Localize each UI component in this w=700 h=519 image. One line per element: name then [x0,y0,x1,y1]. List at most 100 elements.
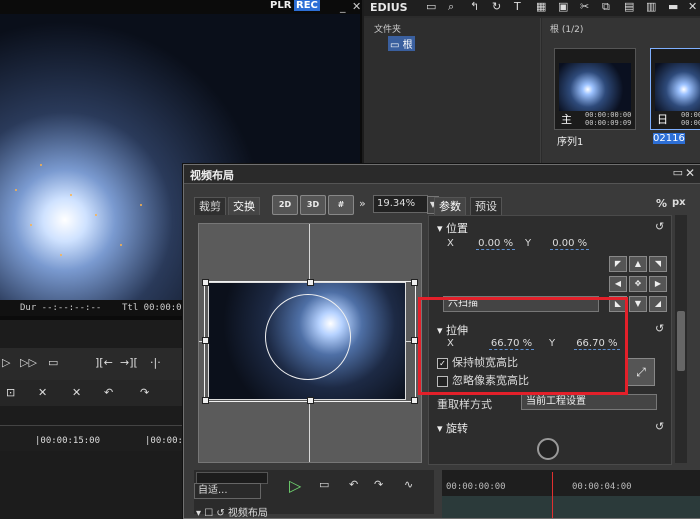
pos-x-input[interactable]: 0.00 % [476,238,516,250]
bin-close-icon[interactable]: ✕ [688,0,697,13]
resample-select[interactable]: 当前工程设置 [521,394,657,410]
clip-item[interactable]: 主 00:00:00:00 00:00:09:09 序列1 [554,48,636,148]
clip-tc-dur: 00:00:03:19 [681,119,700,127]
px-unit-button[interactable]: px [672,197,686,208]
bin-toolbar: EDIUS ▭ ⌕ ↰ ↻ T ▦ ▣ ✂ ⧉ ▤ ▥ ▬ ✕ [364,0,700,16]
play-forward-icon[interactable]: ▷ [2,356,10,369]
undo-icon[interactable]: ↶ [104,386,113,399]
rotate-section-label: 旋转 [446,422,469,435]
tab-params[interactable]: 参数 [434,197,466,215]
color-bar-icon[interactable]: ▦ [536,0,546,13]
reset-stretch-icon[interactable]: ↺ [655,322,664,335]
text-icon[interactable]: T [514,0,521,13]
properties-icon[interactable]: ▥ [646,0,656,13]
align-top-left-icon[interactable]: ◤ [609,256,627,272]
tab-crop[interactable]: 裁剪 [194,197,226,215]
reset-rotate-icon[interactable]: ↺ [655,420,664,433]
tab-swap[interactable]: 交换 [228,197,260,215]
mini-tc-1: 00:00:00:00 [446,482,506,492]
mark-out-icon[interactable]: →][ [120,356,138,369]
dialog-timeline[interactable]: 00:00:00:00 00:00:04:00 [442,470,700,518]
resize-handle[interactable] [202,397,209,404]
align-left-icon[interactable]: ◀ [609,276,627,292]
clip-thumbnail [655,63,700,111]
scroll-thumb[interactable] [677,311,685,371]
copy-icon[interactable]: ⧉ [602,0,610,14]
redo-icon[interactable]: ↷ [374,478,383,491]
align-top-icon[interactable]: ▲ [629,256,647,272]
grid-toggle-icon[interactable]: # [328,195,354,215]
folder-icon[interactable]: ▭ [426,0,436,13]
keyframe-track[interactable] [442,496,700,518]
track-label: 视频布局 [227,508,268,519]
resize-handle[interactable] [307,279,314,286]
plr-badge[interactable]: PLR [270,0,291,11]
bin-settings-icon[interactable]: ▬ [668,0,678,13]
folder-header: 文件夹 [374,25,402,35]
tab-presets[interactable]: 预设 [470,197,502,215]
clip-name: 02116 [653,133,685,144]
align-center-icon[interactable]: ✥ [629,276,647,292]
resample-label: 重取样方式 [437,398,492,411]
position-section[interactable]: ▾ 位置 [437,220,468,236]
play-icon[interactable]: ▷ [289,476,301,495]
rotation-circle[interactable] [265,294,351,380]
player-close-button[interactable]: ✕ [352,0,361,13]
fast-forward-icon[interactable]: ▷▷ [20,356,37,369]
resize-handle[interactable] [307,397,314,404]
comment-icon[interactable]: ▭ [48,356,58,369]
search-icon[interactable]: ⌕ [448,0,454,14]
minimize-button[interactable]: _ [340,0,346,13]
align-right-icon[interactable]: ▶ [649,276,667,292]
align-bottom-right-icon[interactable]: ◢ [649,296,667,312]
resize-handle[interactable] [202,279,209,286]
pos-x-label: X [447,238,454,249]
resize-handle[interactable] [411,337,418,344]
delete-icon[interactable]: ✕ [38,386,47,399]
dialog-restore-icon[interactable]: ▭ [673,166,683,179]
add-clip-icon[interactable]: ▣ [558,0,568,13]
rec-badge[interactable]: REC [294,0,320,11]
pos-y-label: Y [525,238,532,249]
mode-2d-button[interactable]: 2D [272,195,298,215]
fit-frame-icon[interactable]: ⤢ [627,358,655,386]
position-section-label: 位置 [446,222,469,235]
dialog-close-button[interactable]: ✕ [685,166,695,180]
percent-unit-button[interactable]: % [656,197,667,210]
up-folder-icon[interactable]: ↰ [470,0,479,13]
rotation-dial[interactable] [537,438,559,460]
redo-icon[interactable]: ↷ [140,386,149,399]
graph-icon[interactable]: ∿ [404,478,413,491]
reset-position-icon[interactable]: ↺ [655,220,664,233]
expand-icon[interactable]: » [359,197,366,210]
split-icon[interactable]: ·|· [150,356,161,369]
pos-y-row: Y 0.00 % [525,238,590,250]
mode-3d-button[interactable]: 3D [300,195,326,215]
params-scrollbar[interactable] [675,215,687,463]
layout-canvas[interactable] [198,223,422,463]
refresh-icon[interactable]: ↻ [492,0,501,13]
cut-icon[interactable]: ✂ [580,0,589,13]
resize-handle[interactable] [411,397,418,404]
paste-icon[interactable]: ▤ [624,0,634,13]
clip-icon[interactable]: ⊡ [6,386,15,399]
clip-tc-in: 00:00:00:00 [585,111,632,119]
ripple-delete-icon[interactable]: ✕ [72,386,81,399]
timeline-playhead[interactable] [552,472,553,518]
resize-handle[interactable] [202,337,209,344]
comment-icon[interactable]: ▭ [319,478,329,491]
root-folder-item[interactable]: ▭ 根 [388,36,415,51]
mark-in-icon[interactable]: ][← [95,356,113,369]
rotate-section[interactable]: ▾ 旋转 [437,420,468,436]
clip-tc-dur: 00:00:09:09 [585,119,632,127]
timeline-ruler[interactable]: |00:00:15:00 |00:00:2 [0,425,190,451]
pos-y-input[interactable]: 0.00 % [550,238,590,250]
clip-item-selected[interactable]: 日 00:00:00:00 00:00:03:19 02116 [650,48,700,144]
align-bottom-icon[interactable]: ▼ [629,296,647,312]
zoom-select[interactable]: 19.34% [373,195,428,213]
resize-handle[interactable] [411,279,418,286]
undo-icon[interactable]: ↶ [349,478,358,491]
align-top-right-icon[interactable]: ◥ [649,256,667,272]
auto-dropdown[interactable]: 自适... [194,483,261,499]
dialog-titlebar[interactable]: 视频布局 ▭ ✕ [184,165,700,184]
